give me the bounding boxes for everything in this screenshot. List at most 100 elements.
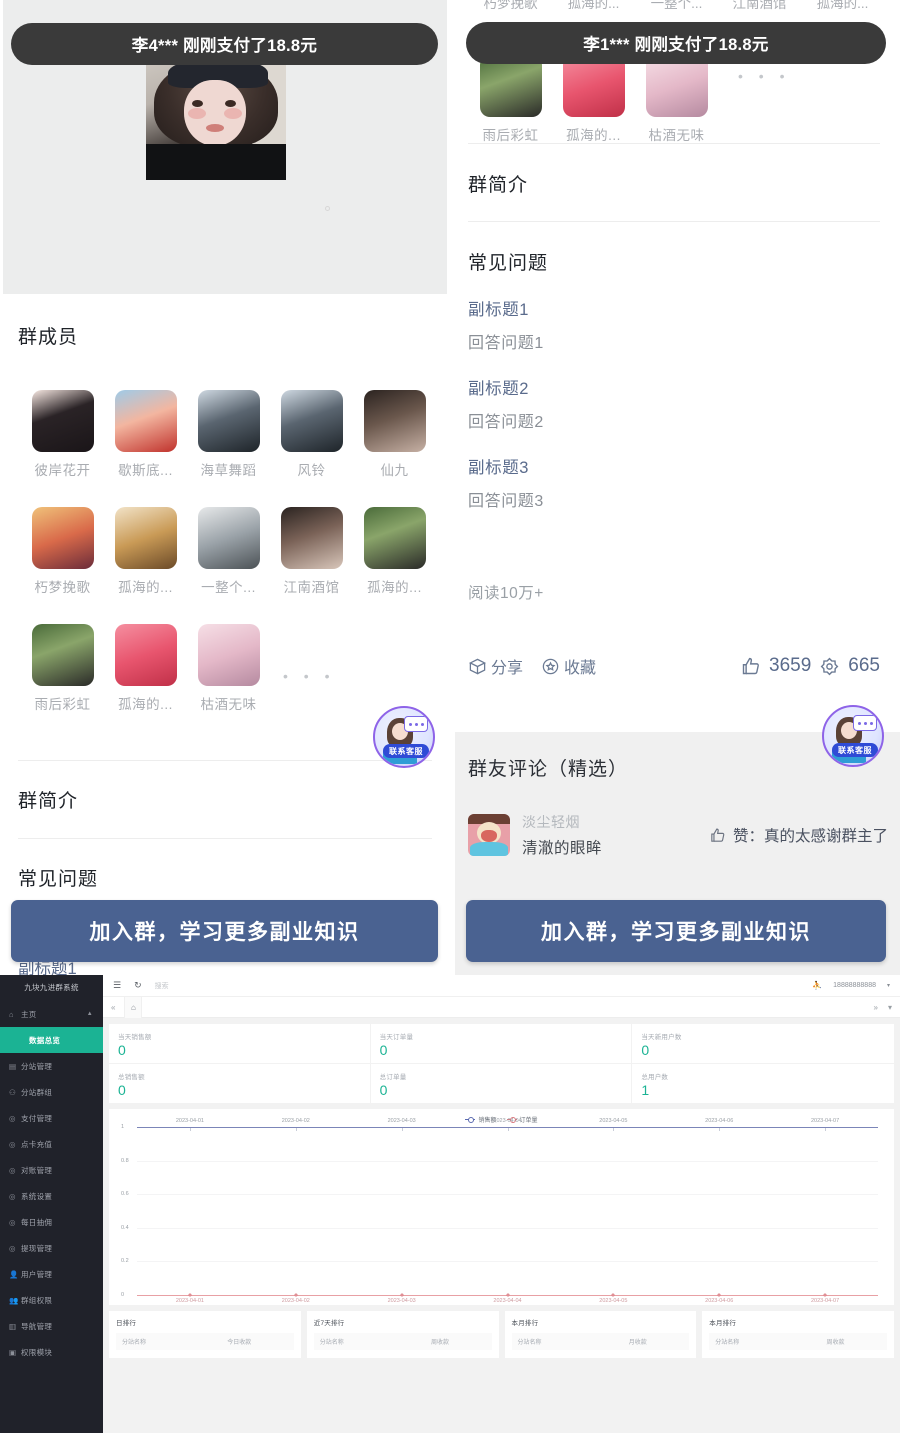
member-name: 雨后彩虹 [482, 128, 539, 143]
member-item[interactable]: 朽梦挽歌 [22, 507, 103, 596]
sidebar-item-群组权限[interactable]: 👥 群组权限 [0, 1287, 103, 1313]
tab-home[interactable]: ⌂ [124, 996, 143, 1018]
y-axis-tick: 0.2 [121, 1258, 129, 1265]
admin-sidebar: 九块九进群系统 ⌂ 主页 ▲ 数据总览 ▤ 分站管理 ⚇ 分站群组 ◎ 支付管理 ◎ 点卡充值 ◎ 对账管… [0, 975, 103, 1433]
join-group-button-left[interactable]: 加入群，学习更多副业知识 [11, 900, 438, 962]
member-item[interactable]: 枯酒无味 [636, 55, 717, 144]
sidebar-item-支付管理[interactable]: ◎ 支付管理 [0, 1105, 103, 1131]
data-point[interactable] [400, 1293, 404, 1297]
menu-icon[interactable]: ☰ [113, 980, 121, 991]
member-item[interactable]: 仙九 [354, 390, 435, 479]
payment-toast-right: 李1*** 刚刚支付了18.8元 [466, 22, 886, 64]
contact-support-badge-left[interactable]: 联系客服 [373, 706, 435, 768]
group-icon: ⚇ [9, 1087, 17, 1097]
data-point[interactable] [823, 1293, 827, 1297]
sidebar-item-分站管理[interactable]: ▤ 分站管理 [0, 1053, 103, 1079]
member-item[interactable]: 海草舞蹈 [188, 390, 269, 479]
refresh-icon[interactable]: ↻ [134, 980, 142, 991]
contact-support-label: 联系客服 [832, 743, 878, 757]
member-avatar [479, 55, 542, 117]
member-item[interactable]: 雨后彩虹 [22, 624, 103, 713]
divider [468, 221, 880, 222]
sidebar-item-label: 导航管理 [21, 1321, 53, 1331]
members-more-dots-right[interactable]: • • • [738, 68, 790, 84]
comment-item: 淡尘轻烟 清澈的眼眸 赞：真的太感谢群主了 [468, 812, 888, 858]
screenshot-root: 李4*** 刚刚支付了18.8元 群成员 彼岸花开 歇斯底... 海草舞蹈 风铃 仙九朽… [0, 0, 900, 1433]
stat-value: 0 [118, 1082, 126, 1098]
sidebar-item-对账管理[interactable]: ◎ 对账管理 [0, 1157, 103, 1183]
gridline [137, 1227, 878, 1229]
members-more-dots[interactable]: • • • [283, 668, 335, 684]
member-name: 枯酒无味 [200, 697, 257, 712]
member-item[interactable]: 歇斯底... [105, 390, 186, 479]
search-input[interactable]: 搜索 [155, 981, 169, 991]
data-point[interactable] [188, 1293, 192, 1297]
chevron-up-icon[interactable]: ▲ [87, 1011, 93, 1017]
sidebar-item-权限模块[interactable]: ▣ 权限模块 [0, 1339, 103, 1365]
member-name: 朽梦挽歌 [483, 0, 538, 11]
legend-marker [465, 1117, 476, 1123]
sidebar-item-主页[interactable]: ⌂ 主页 ▲ [0, 1001, 103, 1027]
admin-body: 当天销售额 0 当天订单量 0 当天新用户数 0 总销售额 0 总订单量 0 总用户数 1 销售额 订单… [103, 1018, 900, 1364]
thumbs-up-icon[interactable] [740, 656, 761, 677]
x-axis-tick-bottom: 2023-04-03 [387, 1298, 416, 1304]
sidebar-item-每日抽佣[interactable]: ◎ 每日抽佣 [0, 1209, 103, 1235]
stat-card: 当天销售额 0 [109, 1024, 371, 1064]
member-item[interactable]: 孤海的... [553, 55, 634, 144]
sidebar-item-点卡充值[interactable]: ◎ 点卡充值 [0, 1131, 103, 1157]
member-avatar [197, 507, 260, 569]
collapse-left-icon[interactable]: « [111, 1003, 115, 1012]
collapse-right-icon[interactable]: » [874, 1003, 878, 1012]
comment-like[interactable]: 赞：真的太感谢群主了 [709, 824, 888, 846]
hero-photo [146, 56, 286, 180]
user-account-menu[interactable]: 18888888888 [833, 982, 876, 989]
member-item[interactable]: 枯酒无味 [188, 624, 269, 713]
member-item[interactable]: 一整个... [188, 507, 269, 596]
member-name: 一整个... [201, 580, 256, 595]
member-item[interactable]: 雨后彩虹 [470, 55, 551, 144]
sidebar-item-数据总览[interactable]: 数据总览 [0, 1027, 103, 1053]
favorite-action[interactable]: 收藏 [541, 654, 596, 678]
tick-mark [507, 1128, 509, 1131]
admin-topbar: ☰ ↻ 搜索 ⛹ 18888888888 ▾ [103, 975, 900, 997]
chevron-down-icon[interactable]: ▾ [887, 982, 890, 989]
member-item[interactable]: 孤海的... [105, 507, 186, 596]
chevron-down-icon[interactable]: ▾ [888, 1003, 892, 1012]
tick-mark [719, 1128, 721, 1131]
rankings-row: 日排行 分站名称 今日收款 近7天排行 分站名称 周收款 本月排行 分站名称 月收款 本月排行 分站… [109, 1311, 894, 1358]
data-point[interactable] [506, 1293, 509, 1297]
user-icon: 👤 [9, 1269, 19, 1279]
comment-author: 淡尘轻烟 [522, 814, 580, 830]
member-item[interactable]: 江南酒馆 [271, 507, 352, 596]
fullscreen-icon[interactable]: ⛹ [812, 981, 822, 990]
data-point[interactable] [294, 1293, 298, 1297]
data-point[interactable] [611, 1293, 615, 1297]
comment-like-text: 赞：真的太感谢群主了 [732, 828, 888, 845]
legend-item[interactable]: 销售额 [465, 1115, 497, 1124]
tick-mark [613, 1128, 615, 1131]
x-axis-tick-top: 2023-04-03 [387, 1118, 416, 1124]
admin-menu: ⌂ 主页 ▲ 数据总览 ▤ 分站管理 ⚇ 分站群组 ◎ 支付管理 ◎ 点卡充值 ◎ 对账管理 ◎ 系统设置 ◎ 每… [0, 999, 103, 1365]
sidebar-item-用户管理[interactable]: 👤 用户管理 [0, 1261, 103, 1287]
sidebar-item-提现管理[interactable]: ◎ 提现管理 [0, 1235, 103, 1261]
sidebar-item-导航管理[interactable]: ▥ 导航管理 [0, 1313, 103, 1339]
contact-support-badge-right[interactable]: 联系客服 [822, 705, 884, 767]
article-action-bar: 分享 收藏 3659 665 [468, 645, 880, 687]
column-header: 周收款 [826, 1340, 845, 1346]
coin-star-icon[interactable] [819, 656, 840, 677]
admin-dashboard: 九块九进群系统 ⌂ 主页 ▲ 数据总览 ▤ 分站管理 ⚇ 分站群组 ◎ 支付管理 ◎ 点卡充值 ◎ 对账管… [0, 975, 900, 1433]
share-action[interactable]: 分享 [468, 654, 523, 678]
sidebar-item-分站群组[interactable]: ⚇ 分站群组 [0, 1079, 103, 1105]
member-item[interactable]: 孤海的... [105, 624, 186, 713]
y-axis-tick: 0 [121, 1292, 125, 1298]
member-item[interactable]: 孤海的... [354, 507, 435, 596]
check-icon: ◎ [9, 1165, 16, 1175]
member-item[interactable]: 风铃 [271, 390, 352, 479]
member-item[interactable]: 彼岸花开 [22, 390, 103, 479]
join-group-button-right[interactable]: 加入群，学习更多副业知识 [466, 900, 886, 962]
data-point[interactable] [717, 1293, 721, 1297]
ranking-card: 本月排行 分站名称 月收款 [504, 1311, 697, 1358]
group-intro-title-right: 群简介 [468, 175, 529, 196]
stat-card: 总销售额 0 [109, 1064, 371, 1103]
sidebar-item-系统设置[interactable]: ◎ 系统设置 [0, 1183, 103, 1209]
